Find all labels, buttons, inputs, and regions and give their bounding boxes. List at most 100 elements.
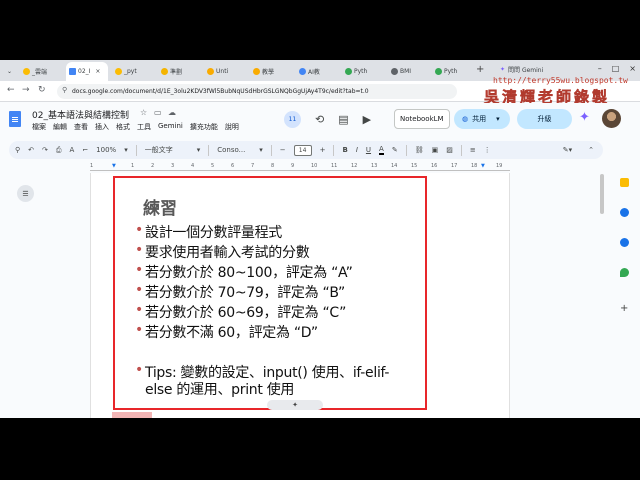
menu-view[interactable]: 查看	[74, 122, 88, 132]
back-icon[interactable]: ←	[7, 85, 15, 95]
keep-icon[interactable]	[620, 178, 629, 187]
tab-3[interactable]: 準劃	[158, 63, 200, 80]
chevron-down-icon[interactable]: ▾	[496, 115, 500, 123]
cloud-saved-icon[interactable]: ☁	[168, 108, 176, 117]
menu-format[interactable]: 格式	[116, 122, 130, 132]
chevron-down-icon[interactable]: ▾	[197, 146, 201, 154]
docs-header: 02_基本語法與結構控制 ☆ ▭ ☁ 檔案 編輯 查看 插入 格式 工具 Gem…	[0, 103, 640, 136]
tasks-icon[interactable]	[620, 208, 629, 217]
align-icon[interactable]: ≡	[470, 146, 476, 154]
link-icon[interactable]: ⛓	[415, 146, 424, 154]
redo-icon[interactable]: ↷	[42, 146, 48, 154]
contacts-icon[interactable]	[620, 238, 629, 247]
add-addon-icon[interactable]: +	[620, 304, 629, 314]
collapse-menu-icon[interactable]: ⌃	[588, 146, 594, 154]
globe-icon: ◍	[462, 115, 469, 123]
menu-file[interactable]: 檔案	[32, 122, 46, 132]
font-select[interactable]: Conso...	[217, 146, 251, 154]
slide-bullet: 要求使用者輸入考試的分數	[135, 242, 310, 262]
zoom-select[interactable]: 100%	[96, 146, 116, 154]
slide-bullet: 若分數介於 60~69，評定為 “C”	[135, 302, 346, 322]
tab-search-icon[interactable]: ⌄	[4, 63, 16, 80]
doc-title[interactable]: 02_基本語法與結構控制	[32, 108, 129, 121]
menu-tools[interactable]: 工具	[137, 122, 151, 132]
menu-insert[interactable]: 插入	[95, 122, 109, 132]
meet-icon[interactable]: ▶	[363, 113, 371, 126]
tab-8[interactable]: BMI	[388, 63, 428, 80]
scrollbar[interactable]	[600, 174, 604, 214]
chevron-down-icon[interactable]: ▾	[124, 146, 128, 154]
bold-icon[interactable]: B	[342, 146, 347, 154]
tab-5[interactable]: 教學	[250, 63, 292, 80]
python-icon	[435, 68, 442, 75]
text-color-icon[interactable]: A	[379, 145, 384, 155]
editing-mode-icon[interactable]: ✎▾	[563, 146, 572, 154]
avatar[interactable]	[602, 109, 621, 128]
image-icon[interactable]: ▨	[446, 146, 453, 154]
increase-font-icon[interactable]: +	[320, 146, 326, 154]
italic-icon[interactable]: I	[356, 146, 358, 154]
tab-close-icon[interactable]: ×	[95, 68, 100, 75]
print-icon[interactable]: ⎙	[56, 146, 62, 155]
maps-icon[interactable]	[620, 268, 629, 277]
share-button[interactable]: ◍ 共用 ▾	[454, 109, 510, 129]
upgrade-button[interactable]: 升級	[517, 109, 572, 129]
gemini-spark-icon[interactable]: ✦	[579, 110, 590, 125]
font-size-input[interactable]: 14	[293, 144, 312, 156]
underline-icon[interactable]: U	[366, 146, 371, 154]
outline-icon[interactable]: ☰	[17, 185, 34, 202]
tab-4[interactable]: Unti	[204, 63, 246, 80]
menu-edit[interactable]: 編輯	[53, 122, 67, 132]
ruler: 1 ▼ 1 2 3 4 5 6 7 8 9 10 11 12 13 14 15 …	[0, 162, 603, 172]
notebooklm-button[interactable]: NotebookLM	[394, 109, 450, 129]
divider	[270, 144, 272, 156]
docs-logo-icon[interactable]	[9, 111, 21, 127]
tab-7[interactable]: Pyth	[342, 63, 384, 80]
style-select[interactable]: 一般文字	[145, 145, 189, 155]
new-tab-icon[interactable]: +	[476, 64, 484, 75]
watermark-url: http://terry55wu.blogspot.tw	[493, 76, 628, 85]
gemini-button[interactable]: ✦ 問問 Gemini	[500, 62, 543, 76]
right-indent-marker[interactable]: ▼	[481, 163, 485, 169]
doc-page[interactable]: 練習 設計一個分數評量程式 要求使用者輸入考試的分數 若分數介於 80~100，…	[90, 173, 510, 418]
highlight-icon[interactable]: ✎	[392, 146, 398, 154]
tab-9[interactable]: Pyth	[432, 63, 472, 80]
decrease-font-icon[interactable]: −	[280, 146, 286, 154]
tab-0[interactable]: _雲端	[20, 63, 64, 80]
menu-help[interactable]: 說明	[225, 122, 239, 132]
minimize-icon[interactable]: –	[598, 64, 602, 73]
divider	[460, 144, 462, 156]
move-folder-icon[interactable]: ▭	[154, 108, 162, 117]
site-info-icon[interactable]: ⚲	[62, 86, 67, 94]
url-input[interactable]: ⚲ docs.google.com/document/d/1E_3olu2KDV…	[57, 84, 457, 99]
star-icon[interactable]: ☆	[140, 108, 147, 117]
search-icon[interactable]: ⚲	[15, 146, 20, 154]
image-options-handle[interactable]: ✦	[267, 400, 323, 410]
activity-badge[interactable]: 11	[284, 110, 301, 128]
format-toolbar: ⚲ ↶ ↷ ⎙ A ⌐ 100% ▾ 一般文字 ▾ Conso... ▾ − 1…	[9, 141, 603, 159]
colab-icon	[253, 68, 260, 75]
tab-2[interactable]: _pyt	[112, 63, 154, 80]
tab-1[interactable]: 02_I ×	[66, 62, 108, 81]
history-icon[interactable]: ⟲	[315, 113, 324, 126]
reload-icon[interactable]: ↻	[38, 85, 46, 95]
indent-marker[interactable]: ▼	[112, 163, 116, 169]
next-page-hint	[112, 412, 152, 418]
undo-icon[interactable]: ↶	[28, 146, 34, 154]
colab-icon	[207, 68, 214, 75]
slide-image[interactable]: 練習 設計一個分數評量程式 要求使用者輸入考試的分數 若分數介於 80~100，…	[113, 176, 427, 410]
spellcheck-icon[interactable]: A	[70, 146, 75, 154]
maximize-icon[interactable]: □	[612, 64, 620, 73]
browser-window: ⌄ _雲端 02_I × _pyt 準劃 Unti 教學 AI教 Pyth BM…	[0, 60, 640, 418]
divider	[135, 144, 137, 156]
menu-extensions[interactable]: 擴充功能	[190, 122, 218, 132]
tab-6[interactable]: AI教	[296, 63, 338, 80]
forward-icon[interactable]: →	[22, 85, 30, 95]
menu-gemini[interactable]: Gemini	[158, 122, 183, 132]
add-comment-icon[interactable]: ▣	[432, 146, 439, 154]
chevron-down-icon[interactable]: ▾	[259, 146, 263, 154]
close-window-icon[interactable]: ×	[629, 64, 636, 73]
comment-icon[interactable]: ▤	[338, 113, 348, 126]
paint-format-icon[interactable]: ⌐	[82, 146, 88, 154]
more-icon[interactable]: ⋮	[484, 146, 491, 154]
